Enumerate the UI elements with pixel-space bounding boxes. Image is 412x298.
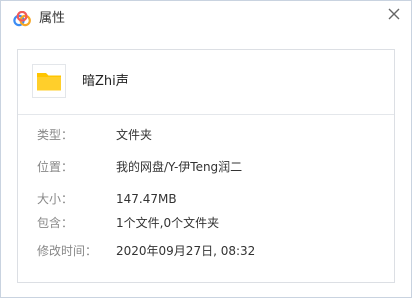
property-label: 包含： [37, 216, 74, 230]
property-value: 2020年09月27日, 08:32 [116, 244, 256, 258]
file-name: 暗Zhi声 [82, 74, 129, 89]
property-row-contains: 包含： 1个文件,0个文件夹 [18, 213, 394, 233]
property-value: 1个文件,0个文件夹 [116, 216, 220, 230]
properties-dialog: 属性 暗Zhi声 类型： 文件夹 位置： 我的网盘/Y-伊Teng润二 大小： … [0, 0, 412, 298]
property-label: 位置： [37, 160, 74, 174]
property-row-modified: 修改时间： 2020年09月27日, 08:32 [18, 241, 394, 261]
property-value: 147.47MB [116, 192, 177, 206]
close-icon[interactable] [385, 5, 403, 23]
property-value: 文件夹 [116, 128, 153, 142]
file-header: 暗Zhi声 [18, 50, 394, 115]
dialog-title: 属性 [39, 11, 66, 26]
property-row-size: 大小： 147.47MB [18, 189, 394, 209]
property-label: 类型： [37, 128, 74, 142]
property-label: 修改时间： [37, 244, 98, 258]
property-row-location: 位置： 我的网盘/Y-伊Teng润二 [18, 157, 394, 177]
baidu-netdisk-cloud-icon [12, 10, 32, 27]
property-value: 我的网盘/Y-伊Teng润二 [116, 160, 243, 174]
title-bar[interactable]: 属性 [1, 1, 411, 37]
property-label: 大小： [37, 192, 74, 206]
property-row-type: 类型： 文件夹 [18, 125, 394, 145]
properties-panel: 暗Zhi声 类型： 文件夹 位置： 我的网盘/Y-伊Teng润二 大小： 147… [17, 49, 395, 283]
folder-icon [32, 64, 66, 98]
